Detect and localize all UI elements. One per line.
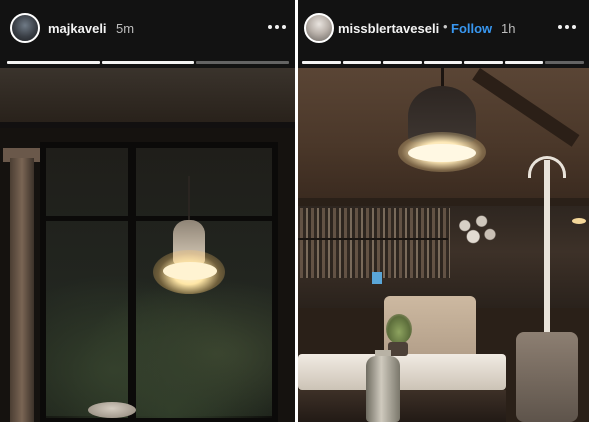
- avatar[interactable]: [304, 13, 334, 43]
- more-horizontal-icon: [268, 25, 272, 29]
- progress-segment: [383, 61, 422, 64]
- plant-pot: [388, 342, 408, 356]
- chair: [516, 332, 578, 422]
- more-options-button[interactable]: [552, 14, 582, 40]
- window-transom: [40, 216, 278, 221]
- progress-segment: [196, 61, 290, 64]
- screen-light: [372, 272, 382, 284]
- story-timestamp: 1h: [501, 21, 516, 36]
- ceiling-edge: [0, 122, 295, 128]
- story-card-missblertaveseli[interactable]: missblertaveseli • Follow 1h: [298, 0, 589, 422]
- pillar: [10, 158, 34, 422]
- avatar[interactable]: [10, 13, 40, 43]
- table: [298, 354, 506, 390]
- progress-segment: [545, 61, 585, 64]
- story-timestamp: 5m: [116, 21, 135, 36]
- more-horizontal-icon: [565, 25, 569, 29]
- more-horizontal-icon: [558, 25, 562, 29]
- chandelier: [448, 208, 504, 252]
- lamp-bulb: [163, 262, 217, 280]
- lamp-bulb: [408, 144, 476, 162]
- story-header: missblertaveseli • Follow 1h: [298, 0, 589, 68]
- water-bottle: [366, 356, 400, 422]
- small-pendant-light: [572, 218, 586, 224]
- progress-segment: [101, 61, 195, 64]
- progress-segment: [302, 61, 341, 64]
- story-card-majkaveli[interactable]: majkaveli 5m: [0, 0, 295, 422]
- story-photo[interactable]: [0, 68, 295, 422]
- story-photo[interactable]: [298, 68, 589, 422]
- follow-button[interactable]: Follow: [451, 21, 492, 36]
- progress-segment: [464, 61, 503, 64]
- story-username[interactable]: missblertaveseli: [338, 21, 439, 36]
- story-progress-bar: [302, 61, 585, 64]
- story-progress-bar: [7, 61, 290, 64]
- story-username[interactable]: majkaveli: [48, 21, 107, 36]
- bottle-shelves: [300, 208, 450, 278]
- plant: [386, 314, 412, 344]
- window-mullion: [128, 142, 136, 422]
- progress-segment: [504, 61, 544, 64]
- separator-bullet: •: [443, 19, 448, 34]
- lamp-cord: [188, 176, 190, 224]
- story-header: majkaveli 5m: [0, 0, 295, 68]
- more-options-button[interactable]: [262, 14, 292, 40]
- more-horizontal-icon: [275, 25, 279, 29]
- progress-segment: [423, 61, 463, 64]
- progress-segment: [342, 61, 382, 64]
- more-horizontal-icon: [572, 25, 576, 29]
- more-horizontal-icon: [282, 25, 286, 29]
- table-base: [298, 390, 506, 422]
- ceiling: [0, 68, 295, 128]
- progress-segment: [7, 61, 100, 64]
- table-lamp: [88, 402, 136, 418]
- shelf: [298, 238, 448, 240]
